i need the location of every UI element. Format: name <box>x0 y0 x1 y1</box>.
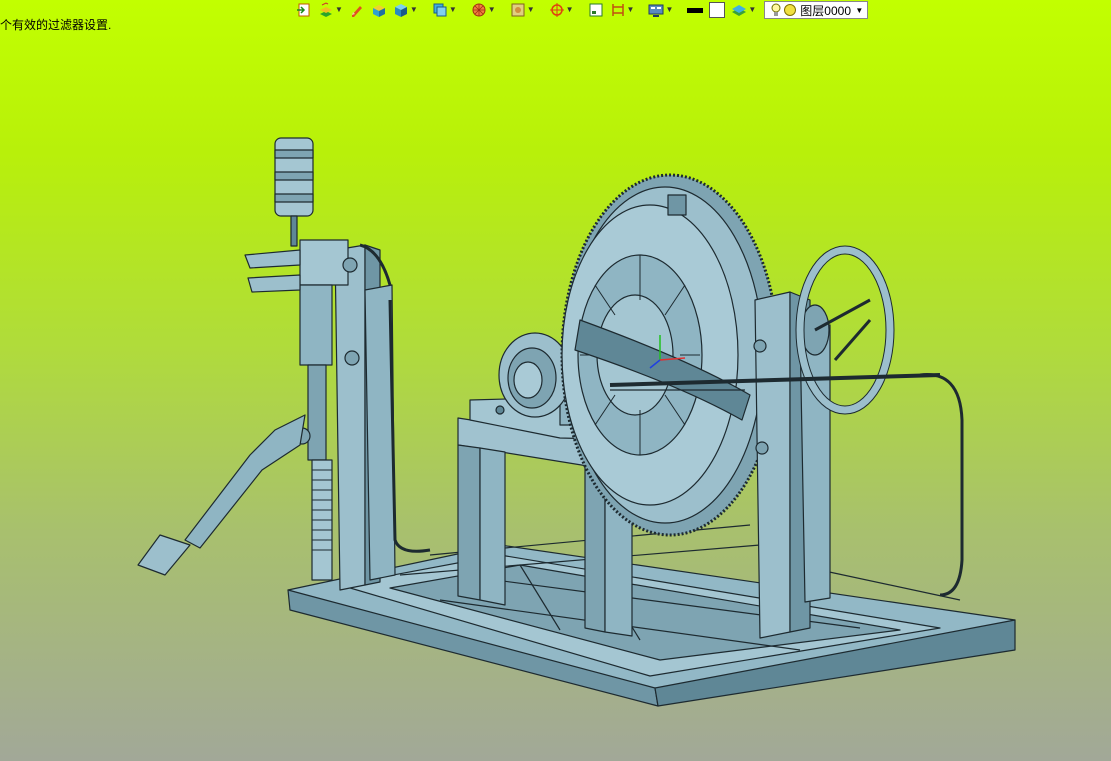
base-frame <box>287 544 1016 707</box>
pedal-assembly <box>137 137 431 591</box>
model-viewport[interactable] <box>0 0 1111 761</box>
right-upright <box>753 291 831 639</box>
